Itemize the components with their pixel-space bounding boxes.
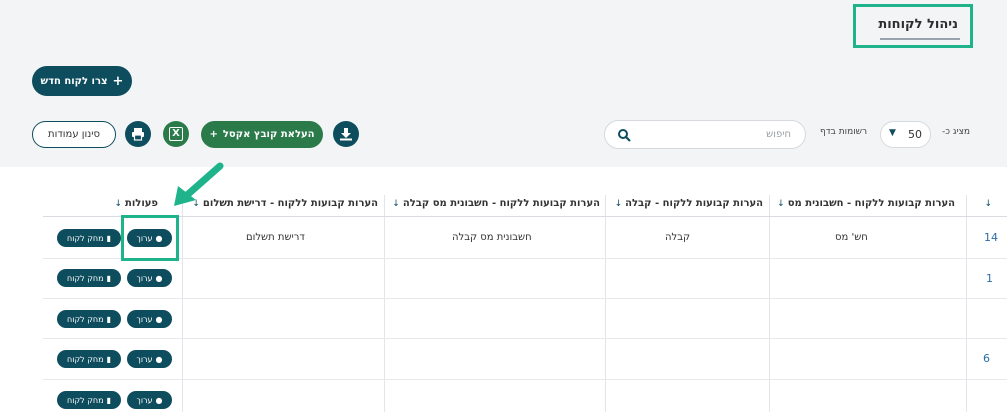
row-divider (43, 298, 1007, 299)
sort-arrow-icon: ↓ (777, 198, 785, 209)
title-underline (880, 38, 960, 40)
col-divider (769, 217, 770, 412)
excel-export-button[interactable]: X (163, 121, 189, 147)
search-icon (618, 129, 631, 142)
row-divider (43, 338, 1007, 339)
column-header-receipt[interactable]: הערות קבועות ללקוח - קבלה ↓ (613, 190, 763, 217)
upload-excel-button[interactable]: העלאת קובץ אקסל + (201, 121, 323, 148)
chevron-down-icon: ▼ (889, 128, 896, 138)
edit-highlight-box (121, 215, 179, 261)
excel-icon: X (169, 127, 183, 141)
per-page-label: רשומות בדף (820, 127, 868, 137)
per-page-select[interactable]: 50 ▼ (880, 121, 931, 148)
column-header-id[interactable]: ↓ (975, 190, 995, 217)
row-id-link[interactable]: 1 (986, 272, 993, 285)
column-header-invoice-receipt[interactable]: הערות קבועות ללקוח - חשבונית מס קבלה ↓ (390, 190, 600, 217)
trash-icon: ▮ (106, 354, 111, 364)
printer-icon (132, 128, 144, 141)
user-edit-icon: ● (155, 354, 163, 364)
sort-arrow-icon: ↓ (114, 198, 123, 209)
header-col-divider (966, 195, 967, 216)
cell-payment-request: דרישת תשלום (246, 232, 305, 243)
download-icon (340, 128, 352, 141)
delete-customer-button[interactable]: ▮ מחק לקוח (57, 229, 121, 247)
download-button[interactable] (333, 121, 359, 147)
cell-invoice-receipt: חשבונית מס קבלה (452, 232, 532, 243)
search-placeholder: חיפוש (766, 129, 791, 140)
edit-button[interactable]: ● ערוך (127, 391, 172, 409)
edit-button[interactable]: ● ערוך (127, 310, 172, 328)
sort-arrow-icon: ↓ (984, 198, 992, 209)
delete-customer-button[interactable]: ▮ מחק לקוח (57, 310, 121, 328)
cell-receipt: קבלה (665, 232, 691, 243)
sort-arrow-icon: ↓ (614, 198, 623, 209)
edit-button[interactable]: ● ערוך (127, 350, 172, 368)
delete-customer-button[interactable]: ▮ מחק לקוח (57, 391, 121, 409)
trash-icon: ▮ (106, 395, 111, 405)
row-divider (43, 258, 1007, 259)
header-divider (43, 216, 1007, 217)
new-customer-label: צרו לקוח חדש (40, 75, 108, 87)
delete-customer-button[interactable]: ▮ מחק לקוח (57, 350, 121, 368)
col-divider (182, 217, 183, 412)
sort-arrow-icon: ↓ (392, 198, 400, 209)
user-edit-icon: ● (155, 273, 163, 283)
edit-button[interactable]: ● ערוך (127, 269, 172, 287)
header-col-divider (769, 195, 770, 216)
user-edit-icon: ● (155, 395, 163, 405)
header-col-divider (605, 195, 606, 216)
trash-icon: ▮ (106, 233, 111, 243)
row-id-link[interactable]: 14 (984, 231, 998, 244)
column-header-actions[interactable]: פעולות ↓ (88, 190, 158, 217)
user-edit-icon: ● (155, 314, 163, 324)
row-id-link[interactable]: 6 (983, 352, 990, 365)
trash-icon: ▮ (106, 273, 111, 283)
delete-customer-button[interactable]: ▮ מחק לקוח (57, 269, 121, 287)
trash-icon: ▮ (106, 314, 111, 324)
search-input[interactable]: חיפוש (604, 120, 806, 149)
col-divider (966, 217, 967, 412)
row-divider (43, 379, 1007, 380)
plus-icon: + (112, 73, 124, 89)
upload-excel-label: העלאת קובץ אקסל (222, 129, 315, 140)
new-customer-button[interactable]: + צרו לקוח חדש (32, 66, 132, 96)
plus-icon: + (209, 129, 218, 140)
col-divider (384, 217, 385, 412)
filter-columns-button[interactable]: סינון עמודות (32, 121, 116, 148)
header-col-divider (384, 195, 385, 216)
print-button[interactable] (125, 121, 151, 147)
page-title: ניהול לקוחות (878, 17, 958, 32)
show-label: מציג כ- (942, 127, 971, 137)
page-title-box: ניהול לקוחות (853, 4, 973, 48)
col-divider (605, 217, 606, 412)
per-page-value: 50 (908, 128, 922, 141)
cell-invoice: חש' מס (835, 232, 868, 243)
column-header-invoice[interactable]: הערות קבועות ללקוח - חשבונית מס ↓ (777, 190, 955, 217)
pointer-arrow-icon (174, 162, 224, 206)
